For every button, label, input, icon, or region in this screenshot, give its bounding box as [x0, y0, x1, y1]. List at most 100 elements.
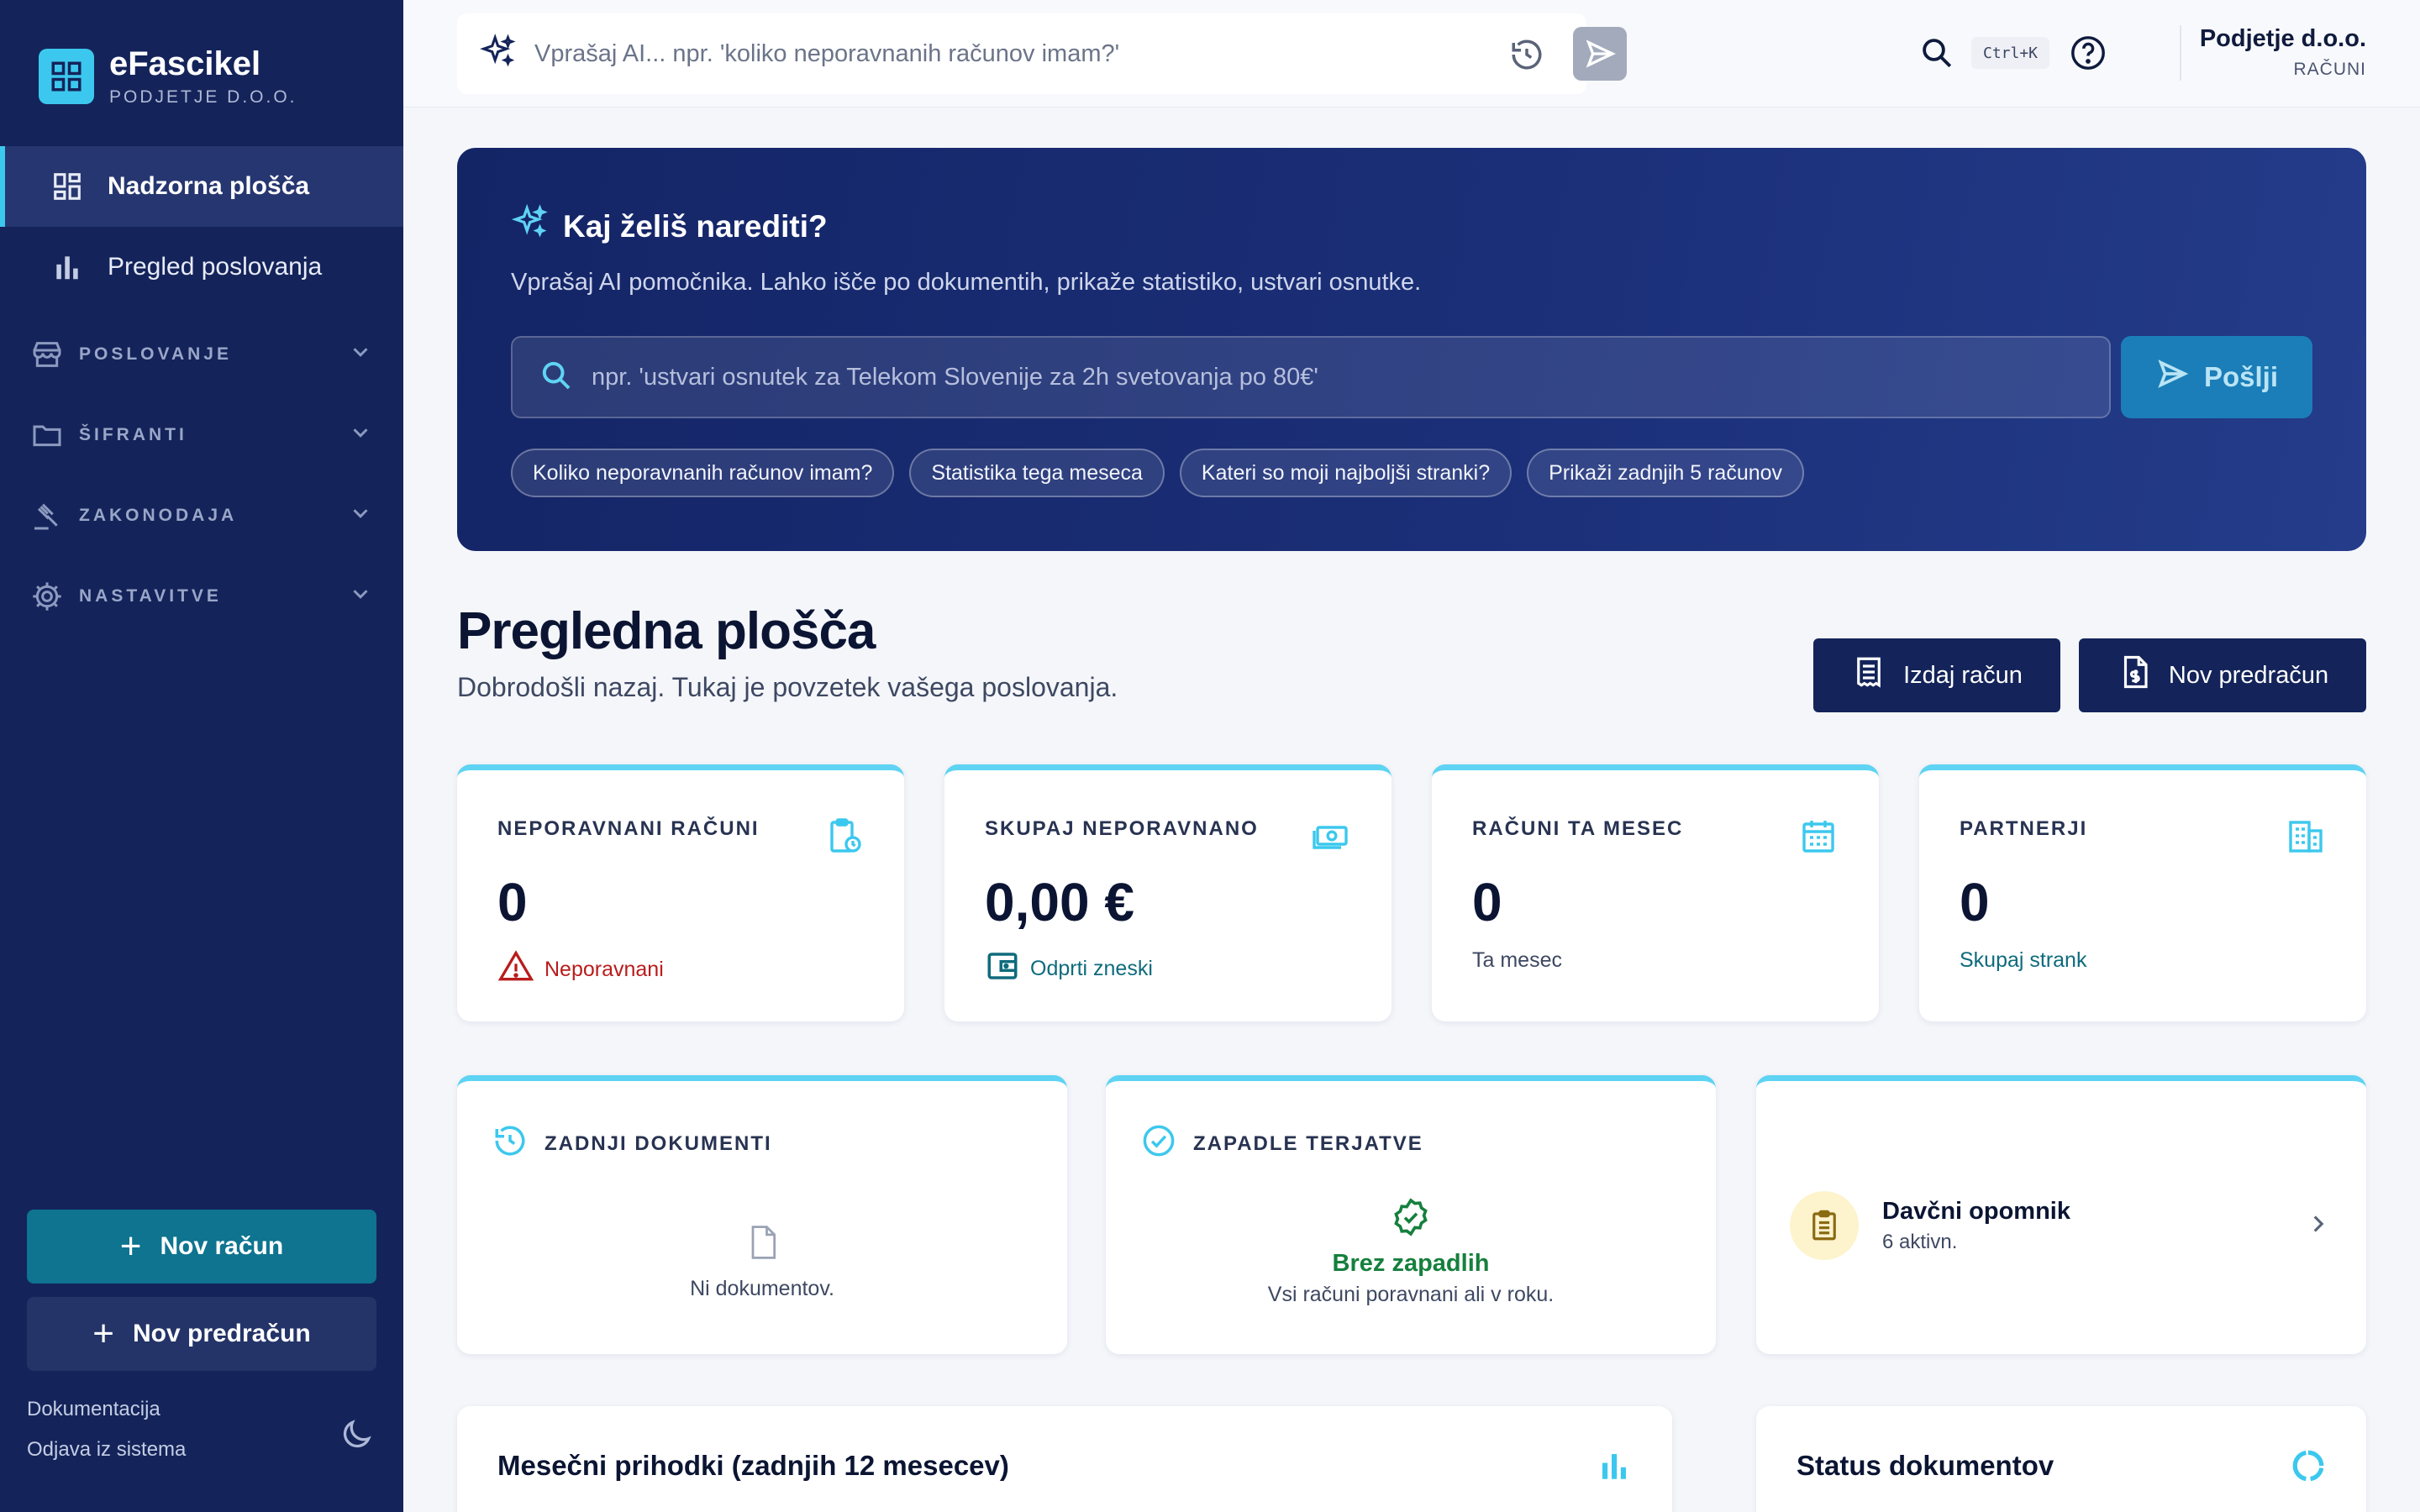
sidebar-item-label: Pregled poslovanja	[108, 253, 323, 281]
card-header: ZADNJI DOKUMENTI	[492, 1123, 772, 1164]
stat-value: 0	[497, 872, 528, 932]
stat-note: Neporavnani	[497, 948, 664, 991]
tax-reminder-row[interactable]: Davčni opomnik 6 aktivn.	[1790, 1190, 2333, 1261]
section-label: NASTAVITVE	[79, 586, 222, 606]
history-icon	[492, 1123, 544, 1164]
brand-subtitle: PODJETJE D.O.O.	[109, 87, 297, 107]
verified-badge-icon	[1391, 1198, 1431, 1241]
sidebar-section-nastavitve[interactable]: NASTAVITVE	[29, 571, 373, 622]
ai-send-button[interactable]	[1573, 27, 1627, 81]
monthly-income-card: Mesečni prihodki (zadnjih 12 mesecev)	[457, 1406, 1672, 1512]
page-subtitle: Dobrodošli nazaj. Tukaj je povzetek vaše…	[457, 672, 1118, 702]
document-dollar-icon	[2117, 654, 2169, 696]
stat-label: RAČUNI TA MESEC	[1472, 817, 1684, 840]
card-title: Status dokumentov	[1797, 1450, 2054, 1481]
recent-documents-card: ZADNJI DOKUMENTI Ni dokumentov.	[457, 1075, 1067, 1354]
new-proforma-header-button[interactable]: Nov predračun	[2079, 638, 2366, 712]
clipboard-list-icon	[1790, 1191, 1859, 1260]
section-label: ZAKONODAJA	[79, 506, 238, 525]
empty-text: Ni dokumentov.	[690, 1277, 834, 1300]
sidebar-section-poslovanje[interactable]: POSLOVANJE	[29, 329, 373, 380]
search-icon	[539, 359, 573, 396]
donut-chart-icon	[2291, 1448, 2326, 1488]
brand-name: eFascikel	[109, 45, 261, 82]
search-icon[interactable]	[1919, 35, 1954, 75]
sparkle-icon	[511, 203, 563, 249]
suggestion-chip[interactable]: Statistika tega meseca	[909, 449, 1165, 497]
document-icon	[744, 1226, 781, 1264]
stat-note-text: Odprti zneski	[1030, 957, 1153, 980]
store-icon	[29, 336, 66, 373]
shortcut-hint: Ctrl+K	[1971, 37, 2050, 69]
sidebar-section-zakonodaja[interactable]: ZAKONODAJA	[29, 491, 373, 541]
card-title: ZAPADLE TERJATVE	[1193, 1131, 1423, 1155]
issue-invoice-button[interactable]: Izdaj račun	[1813, 638, 2060, 712]
overdue-status: Brez zapadlih	[1332, 1250, 1490, 1277]
chevron-down-icon	[348, 501, 373, 531]
chevron-down-icon	[348, 420, 373, 450]
sidebar-section-sifranti[interactable]: ŠIFRANTI	[29, 410, 373, 460]
stat-label: NEPORAVNANI RAČUNI	[497, 817, 760, 840]
empty-state: Ni dokumentov.	[457, 1224, 1067, 1301]
building-icon	[2286, 816, 2326, 860]
topbar: Ctrl+K Podjetje d.o.o. RAČUNI	[403, 0, 2420, 108]
plus-icon: +	[92, 1313, 114, 1354]
sidebar-item-dashboard[interactable]: Nadzorna plošča	[0, 146, 403, 227]
bar-chart-icon	[50, 250, 84, 284]
ok-state: Brez zapadlih Vsi računi poravnani ali v…	[1106, 1197, 1716, 1307]
check-circle-icon	[1141, 1123, 1193, 1164]
stat-note-text: Neporavnani	[544, 958, 664, 981]
help-icon[interactable]	[2069, 34, 2107, 76]
plus-icon: +	[119, 1226, 142, 1267]
ai-search-input[interactable]	[534, 39, 1425, 68]
dashboard-icon	[50, 170, 84, 203]
brand[interactable]: eFascikel PODJETJE D.O.O.	[39, 45, 297, 108]
logout-link[interactable]: Odjava iz sistema	[27, 1438, 186, 1462]
suggestion-chip[interactable]: Kateri so moji najboljši stranki?	[1179, 449, 1512, 497]
tax-reminder-card[interactable]: Davčni opomnik 6 aktivn.	[1756, 1075, 2366, 1354]
button-label: Nov predračun	[2168, 661, 2329, 689]
company-role: RAČUNI	[2293, 60, 2366, 79]
suggestion-chips: Koliko neporavnanih računov imam? Statis…	[511, 449, 1819, 497]
hero-title: Kaj želiš narediti?	[511, 203, 828, 249]
ai-assistant-panel: Kaj želiš narediti? Vprašaj AI pomočnika…	[457, 148, 2366, 551]
new-proforma-button[interactable]: + Nov predračun	[27, 1297, 376, 1371]
suggestion-chip[interactable]: Koliko neporavnanih računov imam?	[511, 449, 895, 497]
brand-logo-icon	[39, 49, 94, 104]
hero-prompt-field[interactable]	[511, 336, 2111, 418]
chevron-down-icon	[348, 581, 373, 612]
ai-search-bar[interactable]	[457, 13, 1627, 94]
chevron-down-icon	[348, 339, 373, 370]
hero-title-text: Kaj želiš narediti?	[563, 208, 828, 244]
page-title: Pregledna plošča	[457, 602, 876, 660]
card-title: Mesečni prihodki (zadnjih 12 mesecev)	[497, 1450, 1009, 1481]
company-switcher[interactable]: Podjetje d.o.o. RAČUNI	[2200, 25, 2366, 80]
sidebar-item-business-overview[interactable]: Pregled poslovanja	[0, 227, 403, 307]
stat-value: 0	[1960, 872, 1990, 932]
section-label: ŠIFRANTI	[79, 425, 187, 444]
overdue-detail: Vsi računi poravnani ali v roku.	[1267, 1283, 1555, 1306]
history-icon[interactable]	[1509, 37, 1544, 76]
stat-value: 0,00 €	[985, 872, 1134, 932]
dark-mode-toggle-icon[interactable]	[338, 1416, 375, 1457]
stat-card-total-unpaid[interactable]: SKUPAJ NEPORAVNANO 0,00 € Odprti zneski	[944, 764, 1392, 1021]
calendar-icon	[1798, 816, 1839, 860]
hero-prompt-input[interactable]	[592, 363, 2087, 391]
stat-card-partners[interactable]: PARTNERJI 0 Skupaj strank	[1919, 764, 2366, 1021]
stat-note: Ta mesec	[1472, 948, 1562, 972]
receipt-icon	[1851, 654, 1903, 696]
new-invoice-button[interactable]: + Nov račun	[27, 1210, 376, 1284]
button-label: Nov račun	[160, 1232, 284, 1260]
documentation-link[interactable]: Dokumentacija	[27, 1398, 160, 1421]
sidebar-item-label: Nadzorna plošča	[108, 172, 310, 200]
button-label: Nov predračun	[132, 1320, 311, 1347]
overdue-receivables-card: ZAPADLE TERJATVE Brez zapadlih Vsi račun…	[1106, 1075, 1716, 1354]
bar-chart-icon	[1597, 1448, 1632, 1488]
send-button[interactable]: Pošlji	[2121, 336, 2312, 418]
stat-card-unpaid-invoices[interactable]: NEPORAVNANI RAČUNI 0 Neporavnani	[457, 764, 904, 1021]
suggestion-chip[interactable]: Prikaži zadnjih 5 računov	[1527, 449, 1805, 497]
money-icon	[1311, 816, 1351, 860]
stat-card-invoices-this-month[interactable]: RAČUNI TA MESEC 0 Ta mesec	[1432, 764, 1879, 1021]
card-header: ZAPADLE TERJATVE	[1141, 1123, 1423, 1164]
stat-value: 0	[1472, 872, 1502, 932]
